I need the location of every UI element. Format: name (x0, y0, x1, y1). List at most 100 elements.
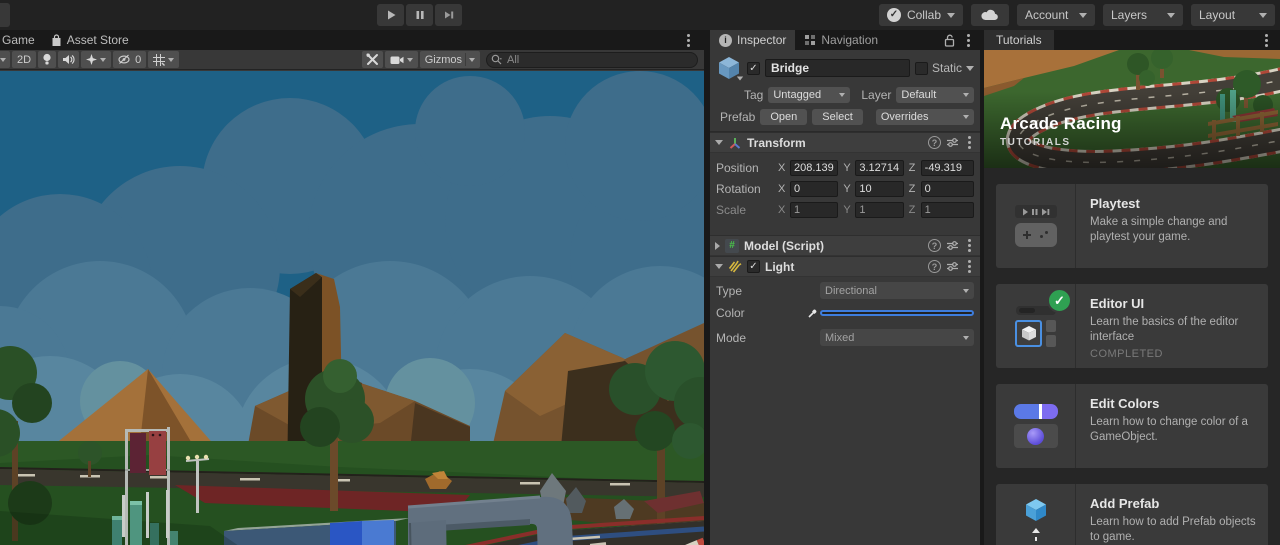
foldout-closed-icon[interactable] (715, 241, 720, 250)
game-view-pane: Game Asset Store 2D 0 Gizmos All (0, 30, 704, 545)
layers-button[interactable]: Layers (1103, 4, 1183, 26)
toolbar-clipped-button[interactable] (0, 3, 10, 27)
hidden-objects-toggle[interactable]: 0 (113, 51, 147, 68)
cloud-button[interactable] (971, 4, 1009, 26)
script-icon: # (725, 238, 739, 253)
presets-icon[interactable] (946, 137, 959, 148)
model-script-header[interactable]: # Model (Script) ? (710, 235, 980, 256)
gizmos-search (486, 51, 698, 68)
scale-x-field[interactable]: 1 (790, 201, 839, 218)
rotation-z-field[interactable]: 0 (920, 180, 974, 197)
gameobject-header: ✓ Bridge Static Tag Untagged Layer Defau… (710, 50, 980, 132)
selected-cube-icon (1015, 319, 1042, 347)
light-enabled-checkbox[interactable]: ✓ (747, 260, 760, 273)
layout-button[interactable]: Layout (1191, 4, 1275, 26)
position-z-field[interactable]: -49.319 (920, 159, 974, 176)
tutorial-card-editor-ui[interactable]: ✓ Editor UI Learn the basics of the edit… (996, 284, 1268, 368)
completed-badge-icon: ✓ (1047, 288, 1072, 313)
model-menu-icon[interactable] (964, 237, 975, 254)
collab-button[interactable]: ✓ Collab (878, 4, 963, 26)
card-description: Learn the basics of the editor interface (1090, 316, 1239, 344)
light-mode-dropdown[interactable]: Mixed (820, 329, 974, 346)
gizmos-dropdown[interactable]: Gizmos (419, 51, 480, 68)
light-component-icon (728, 260, 742, 272)
presets-icon[interactable] (946, 240, 959, 251)
gameobject-cube-icon[interactable] (716, 55, 744, 81)
game-viewport[interactable] (0, 71, 704, 545)
static-dropdown-icon[interactable] (966, 65, 974, 71)
active-checkbox[interactable]: ✓ (747, 61, 760, 75)
tutorials-menu-icon[interactable] (1261, 32, 1272, 49)
tab-game[interactable]: Game (0, 30, 43, 50)
lighting-toggle[interactable] (38, 51, 57, 68)
grid-dropdown[interactable] (148, 51, 180, 68)
sphere-icon (1027, 427, 1044, 445)
effects-dropdown[interactable] (81, 51, 112, 68)
unlock-icon[interactable] (944, 34, 955, 47)
view-menu-icon[interactable] (683, 32, 694, 49)
tag-dropdown[interactable]: Untagged (768, 87, 851, 103)
cloud-icon (981, 9, 998, 21)
scale-y-field[interactable]: 1 (855, 201, 904, 218)
scale-z-field[interactable]: 1 (920, 201, 974, 218)
light-header[interactable]: ✓ Light ? (710, 256, 980, 277)
account-button[interactable]: Account (1017, 4, 1095, 26)
light-menu-icon[interactable] (964, 258, 975, 275)
edit-colors-icon (996, 384, 1076, 468)
prefab-overrides-dropdown[interactable]: Overrides (875, 109, 974, 125)
editor-ui-icon: ✓ (996, 284, 1076, 368)
aspect-dropdown[interactable] (0, 51, 10, 68)
card-title: Editor UI (1090, 296, 1145, 311)
layer-dropdown[interactable]: Default (896, 87, 974, 103)
2d-toggle[interactable]: 2D (12, 51, 37, 68)
chevron-down-icon (947, 12, 955, 18)
transform-header[interactable]: Transform ? (710, 132, 980, 153)
foldout-open-icon[interactable] (715, 140, 723, 145)
pause-button[interactable] (406, 4, 433, 26)
rotation-y-field[interactable]: 10 (855, 180, 904, 197)
gamepad-icon (1014, 223, 1057, 247)
light-type-value: Directional (825, 284, 877, 297)
tools-button[interactable] (361, 51, 383, 68)
help-icon[interactable]: ? (928, 260, 941, 273)
rotation-x-field[interactable]: 0 (790, 180, 839, 197)
game-view-toolbar: 2D 0 Gizmos All (0, 50, 704, 70)
position-y-field[interactable]: 3.12714 (855, 159, 904, 176)
prefab-open-button[interactable]: Open (760, 109, 808, 125)
prefab-select-button[interactable]: Select (812, 109, 863, 125)
prefab-label: Prefab (720, 110, 756, 124)
audio-toggle[interactable] (58, 51, 80, 68)
prefab-cube-icon (1025, 498, 1046, 521)
tutorial-card-edit-colors[interactable]: Edit Colors Learn how to change color of… (996, 384, 1268, 468)
help-icon[interactable]: ? (928, 136, 941, 149)
light-title: Light (765, 259, 795, 274)
object-name-field[interactable]: Bridge (765, 59, 910, 77)
foldout-open-icon[interactable] (715, 264, 723, 269)
tab-asset-store[interactable]: Asset Store (43, 30, 137, 50)
tab-navigation[interactable]: Navigation (795, 30, 887, 50)
gizmos-search-input[interactable] (486, 51, 698, 68)
play-button[interactable] (377, 4, 404, 26)
tutorial-card-add-prefab[interactable]: Add Prefab Learn how to add Prefab objec… (996, 484, 1268, 545)
inspector-menu-icon[interactable] (963, 32, 974, 49)
pause-icon (416, 11, 424, 19)
transform-menu-icon[interactable] (964, 134, 975, 151)
camera-dropdown[interactable] (384, 51, 418, 68)
position-x-field[interactable]: 208.139 (790, 159, 839, 176)
static-checkbox[interactable] (914, 61, 928, 75)
tutorial-card-playtest[interactable]: Playtest Make a simple change and playte… (996, 184, 1268, 268)
tab-inspector[interactable]: i Inspector (710, 30, 796, 50)
help-icon[interactable]: ? (928, 239, 941, 252)
info-icon: i (719, 33, 732, 47)
tab-tutorials[interactable]: Tutorials (984, 30, 1054, 50)
step-button[interactable] (435, 4, 462, 26)
tag-label: Tag (744, 88, 764, 102)
chevron-down-icon (1259, 12, 1267, 18)
static-toggle[interactable]: Static (914, 61, 974, 75)
prefab-expand-icon[interactable] (736, 76, 744, 81)
card-title: Playtest (1090, 196, 1140, 211)
light-type-dropdown[interactable]: Directional (820, 282, 974, 299)
light-color-field[interactable] (808, 309, 974, 318)
shopping-bag-icon (52, 33, 61, 46)
presets-icon[interactable] (946, 261, 959, 272)
